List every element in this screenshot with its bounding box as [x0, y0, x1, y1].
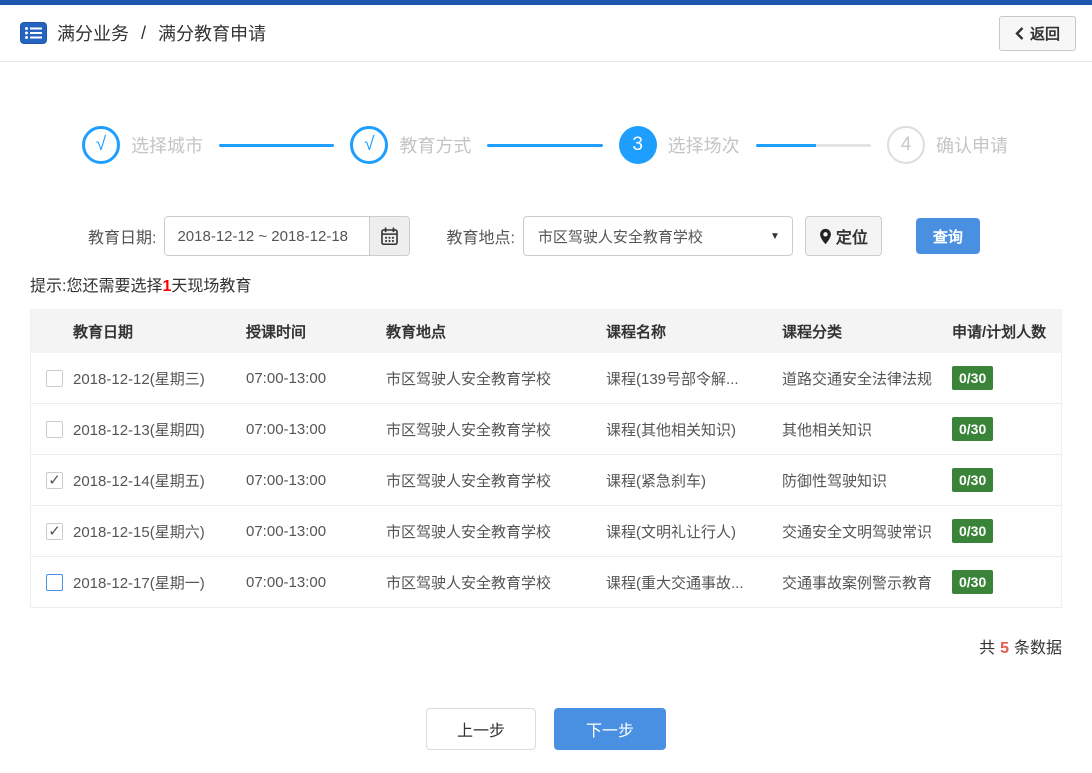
map-pin-icon [819, 228, 832, 245]
step-3-indicator: 3 [618, 126, 657, 164]
stepper: √ 选择城市 √ 教育方式 3 选择场次 4 确认申请 [82, 126, 1008, 164]
row-checkbox[interactable] [46, 573, 63, 591]
step-4-indicator: 4 [886, 126, 925, 164]
row-location: 市区驾驶人安全教育学校 [386, 421, 552, 439]
row-category: 交通事故案例警示教育 [782, 574, 933, 592]
row-course: 课程(文明礼让行人) [606, 523, 736, 541]
table-row: ✓ 2018-12-14(星期五) 07:00-13:00 市区驾驶人安全教育学… [31, 455, 1061, 506]
connector-3 [755, 143, 871, 147]
summary-prefix: 共 [979, 640, 996, 657]
step-4-label: 确认申请 [935, 136, 1008, 156]
step-2-indicator: √ [350, 126, 389, 164]
hint-prefix: 提示:您还需要选择 [30, 278, 163, 295]
table-row: 2018-12-13(星期四) 07:00-13:00 市区驾驶人安全教育学校 … [31, 404, 1061, 455]
row-category: 道路交通安全法律法规 [782, 370, 933, 388]
row-time: 07:00-13:00 [246, 522, 327, 540]
row-category: 交通安全文明驾驶常识 [782, 523, 933, 541]
date-label: 教育日期: [88, 230, 157, 247]
row-quota-badge: 0/30 [952, 417, 994, 441]
list-icon [20, 22, 47, 44]
calendar-icon [380, 226, 399, 246]
row-checkbox[interactable]: ✓ [46, 471, 63, 489]
row-category: 防御性驾驶知识 [782, 472, 888, 490]
row-location: 市区驾驶人安全教育学校 [386, 523, 552, 541]
step-select-city: √ 选择城市 [82, 126, 203, 164]
locate-button-label: 定位 [835, 230, 868, 247]
step-1-indicator: √ [82, 126, 120, 164]
filter-bar: 教育日期: 教育地点: 市区驾驶人安全教育学校 ▼ 定位 查询 [88, 216, 1092, 256]
breadcrumb-page: 满分教育申请 [158, 24, 267, 44]
step-confirm-application: 4 确认申请 [886, 126, 1008, 164]
location-select-value: 市区驾驶人安全教育学校 [537, 228, 703, 246]
step-2-label: 教育方式 [399, 136, 472, 156]
table-header-cell: 课程分类 [782, 323, 843, 341]
record-count: 5 [1000, 640, 1009, 657]
back-button-label: 返回 [1029, 25, 1060, 43]
row-date: 2018-12-13(星期四) [73, 421, 205, 439]
next-step-button[interactable]: 下一步 [554, 708, 666, 750]
summary-suffix: 条数据 [1013, 640, 1062, 657]
table-row: 2018-12-12(星期三) 07:00-13:00 市区驾驶人安全教育学校 … [31, 353, 1061, 404]
row-checkbox[interactable]: ✓ [46, 522, 63, 540]
row-quota-badge: 0/30 [952, 366, 994, 390]
step-select-session: 3 选择场次 [618, 126, 740, 164]
record-count-summary: 共 5 条数据 [30, 634, 1062, 658]
table-header-cell: 课程名称 [606, 323, 667, 341]
row-location: 市区驾驶人安全教育学校 [386, 574, 552, 592]
locate-button[interactable]: 定位 [804, 216, 882, 256]
row-date: 2018-12-14(星期五) [73, 472, 205, 490]
row-course: 课程(其他相关知识) [606, 421, 736, 439]
sessions-table: 教育日期 授课时间 教育地点 课程名称 课程分类 申请/计划人数 2018-12-12(星… [30, 309, 1062, 608]
calendar-button[interactable] [369, 217, 410, 255]
table-header-cell: 申请/计划人数 [952, 323, 1047, 341]
back-button[interactable]: 返回 [998, 15, 1076, 51]
row-category: 其他相关知识 [782, 421, 873, 439]
date-range-input[interactable] [165, 217, 370, 255]
row-checkbox[interactable] [46, 420, 63, 438]
location-select[interactable]: 市区驾驶人安全教育学校 ▼ [522, 216, 793, 256]
search-button[interactable]: 查询 [915, 218, 980, 254]
table-row: 2018-12-17(星期一) 07:00-13:00 市区驾驶人安全教育学校 … [31, 557, 1061, 608]
table-header-cell: 教育日期 [73, 323, 134, 341]
table-header-cell: 授课时间 [246, 323, 307, 341]
row-course: 课程(紧急刹车) [606, 472, 706, 490]
previous-step-button[interactable]: 上一步 [426, 708, 536, 750]
table-header-cell: 教育地点 [386, 323, 447, 341]
row-course: 课程(重大交通事故... [606, 574, 744, 592]
table-body: 2018-12-12(星期三) 07:00-13:00 市区驾驶人安全教育学校 … [31, 353, 1061, 608]
row-location: 市区驾驶人安全教育学校 [386, 472, 552, 490]
row-checkbox[interactable] [46, 369, 63, 387]
breadcrumb-separator: / [141, 22, 147, 43]
breadcrumb: 满分业务 / 满分教育申请 [20, 20, 266, 46]
row-quota-badge: 0/30 [952, 570, 994, 594]
step-3-label: 选择场次 [667, 136, 740, 156]
row-time: 07:00-13:00 [246, 420, 327, 438]
row-location: 市区驾驶人安全教育学校 [386, 370, 552, 388]
row-date: 2018-12-15(星期六) [73, 523, 205, 541]
row-quota-badge: 0/30 [952, 468, 994, 492]
date-range-group [164, 216, 411, 256]
row-time: 07:00-13:00 [246, 369, 327, 387]
row-time: 07:00-13:00 [246, 573, 327, 591]
location-label: 教育地点: [446, 230, 515, 247]
hint-suffix: 天现场教育 [171, 278, 252, 295]
step-education-mode: √ 教育方式 [350, 126, 471, 164]
page-header: 满分业务 / 满分教育申请 返回 [0, 5, 1092, 62]
chevron-down-icon: ▼ [770, 230, 780, 242]
connector-1 [219, 143, 335, 147]
table-header-row: 教育日期 授课时间 教育地点 课程名称 课程分类 申请/计划人数 [31, 309, 1061, 353]
chevron-left-icon [1015, 26, 1024, 40]
row-course: 课程(139号部令解... [606, 370, 739, 388]
row-date: 2018-12-12(星期三) [73, 370, 205, 388]
row-quota-badge: 0/30 [952, 519, 994, 543]
hint-message: 提示:您还需要选择1天现场教育 [30, 272, 1092, 296]
row-date: 2018-12-17(星期一) [73, 574, 205, 592]
connector-2 [487, 143, 603, 147]
breadcrumb-section[interactable]: 满分业务 [57, 20, 129, 46]
footer-actions: 上一步 下一步 [0, 708, 1092, 750]
row-time: 07:00-13:00 [246, 471, 327, 489]
table-row: ✓ 2018-12-15(星期六) 07:00-13:00 市区驾驶人安全教育学… [31, 506, 1061, 557]
step-1-label: 选择城市 [131, 136, 203, 156]
